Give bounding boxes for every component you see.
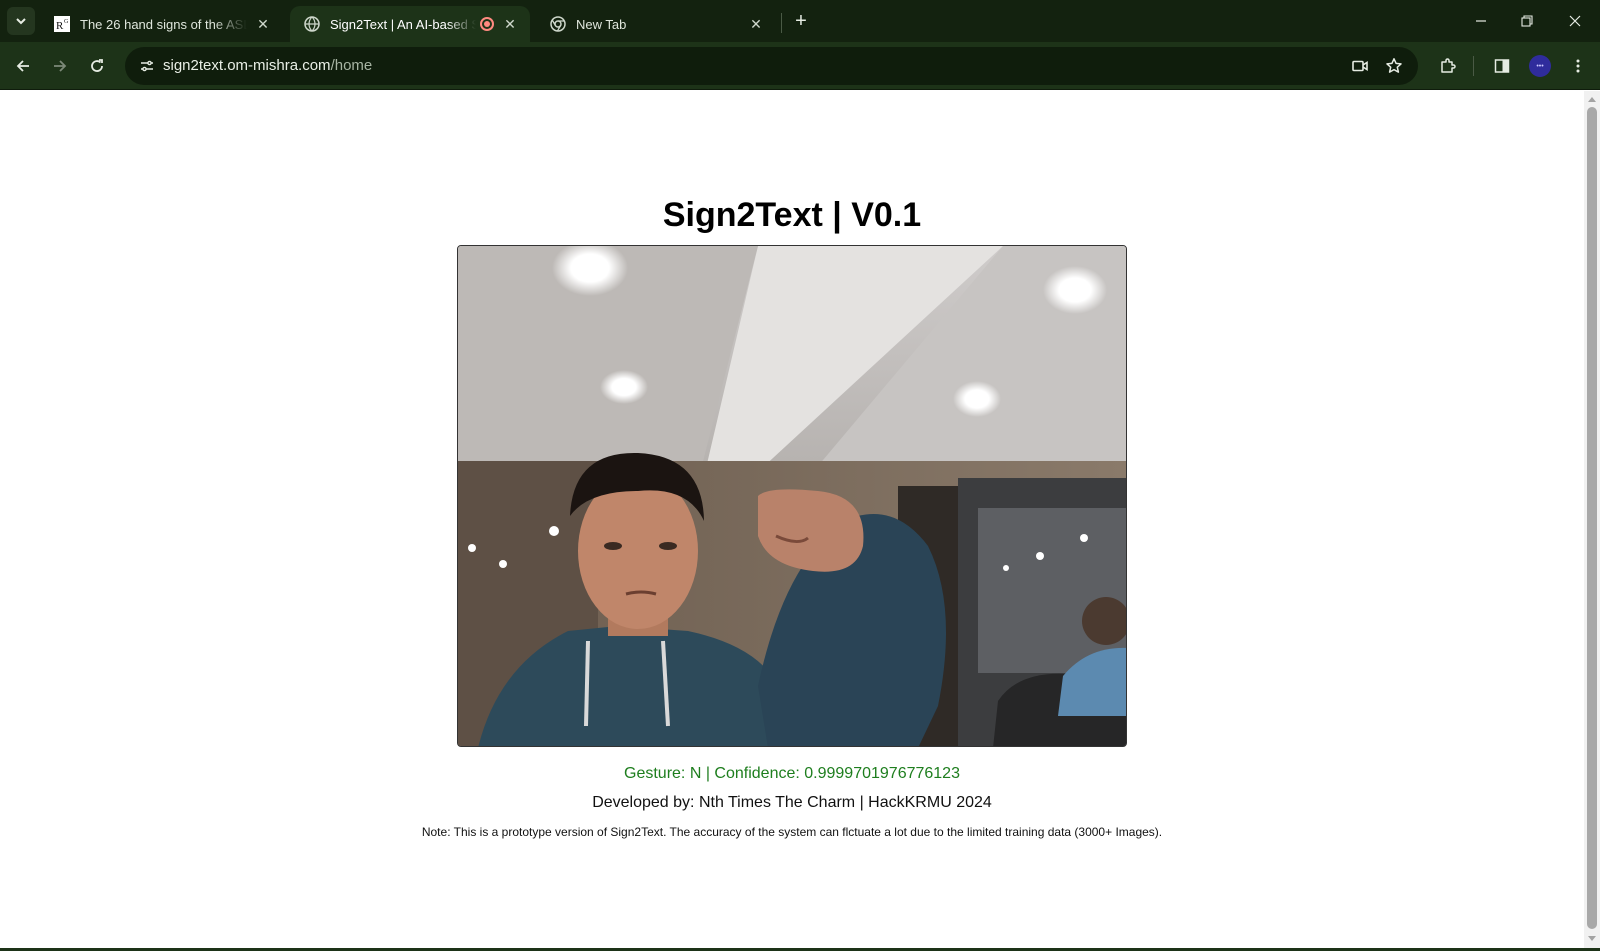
site-info-icon[interactable] <box>133 52 161 80</box>
svg-text:G: G <box>64 19 69 25</box>
extensions-button[interactable] <box>1432 50 1464 82</box>
page-title: Sign2Text | V0.1 <box>662 196 922 234</box>
researchgate-icon: RG <box>54 16 70 32</box>
close-icon[interactable]: ✕ <box>746 14 766 34</box>
close-icon[interactable]: ✕ <box>253 14 273 34</box>
webcam-video-feed <box>457 245 1127 747</box>
close-window-button[interactable] <box>1552 0 1598 42</box>
back-button[interactable] <box>7 50 39 82</box>
url-host: sign2text.om-mishra.com <box>163 57 331 74</box>
scroll-thumb[interactable] <box>1587 107 1597 929</box>
svg-text:R: R <box>56 20 64 32</box>
url-text[interactable]: sign2text.om-mishra.com/home <box>163 57 372 74</box>
page-viewport: Sign2Text | V0.1 Gesture: N | Confidence… <box>0 91 1584 948</box>
close-icon <box>1569 15 1581 27</box>
avatar: ••• <box>1529 55 1551 77</box>
tab-title: The 26 hand signs of the ASL Language <box>80 16 247 32</box>
chevron-down-icon <box>16 18 26 25</box>
scroll-up-icon[interactable] <box>1584 92 1600 106</box>
camera-in-use-icon[interactable] <box>1346 52 1374 80</box>
tab-search-button[interactable] <box>7 7 35 35</box>
reload-button[interactable] <box>81 50 113 82</box>
globe-icon <box>304 16 320 32</box>
tab-new-tab[interactable]: New Tab ✕ <box>536 6 776 42</box>
credit-text: Developed by: Nth Times The Charm | Hack… <box>592 794 992 811</box>
kebab-menu-icon <box>1576 59 1580 73</box>
reload-icon <box>91 59 103 72</box>
browser-toolbar: sign2text.om-mishra.com/home ••• <box>0 42 1600 90</box>
arrow-right-icon <box>54 60 67 72</box>
restore-button[interactable] <box>1504 0 1550 42</box>
bookmark-star-icon[interactable] <box>1380 52 1408 80</box>
plus-icon: + <box>795 9 807 32</box>
side-panel-button[interactable] <box>1486 50 1518 82</box>
prototype-note: Note: This is a prototype version of Sig… <box>421 825 1163 839</box>
tab-title: New Tab <box>576 16 627 32</box>
restore-icon <box>1521 15 1533 27</box>
arrow-left-icon <box>16 60 29 72</box>
tab-title: Sign2Text | An AI-based Sign Language Tr… <box>330 16 476 32</box>
new-tab-button[interactable]: + <box>788 8 814 34</box>
tab-strip: RG The 26 hand signs of the ASL Language… <box>0 0 1600 42</box>
puzzle-icon <box>1441 58 1456 73</box>
page-scrollbar[interactable] <box>1584 91 1600 948</box>
side-panel-icon <box>1494 59 1510 73</box>
scroll-down-icon[interactable] <box>1584 932 1600 946</box>
chrome-icon <box>550 16 566 32</box>
url-path: /home <box>330 57 373 74</box>
profile-button[interactable]: ••• <box>1524 50 1556 82</box>
minimize-button[interactable] <box>1458 0 1504 42</box>
recording-icon <box>480 17 494 31</box>
forward-button[interactable] <box>44 50 76 82</box>
menu-button[interactable] <box>1562 50 1594 82</box>
tab-asl-signs[interactable]: RG The 26 hand signs of the ASL Language… <box>40 6 283 42</box>
address-bar[interactable]: sign2text.om-mishra.com/home <box>125 47 1418 85</box>
tab-sign2text[interactable]: Sign2Text | An AI-based Sign Language Tr… <box>290 6 530 42</box>
tab-separator <box>781 13 782 33</box>
gesture-result: Gesture: N | Confidence: 0.9999701976776… <box>624 765 960 782</box>
toolbar-divider <box>1473 56 1474 76</box>
minimize-icon <box>1476 20 1486 22</box>
close-icon[interactable]: ✕ <box>500 14 520 34</box>
